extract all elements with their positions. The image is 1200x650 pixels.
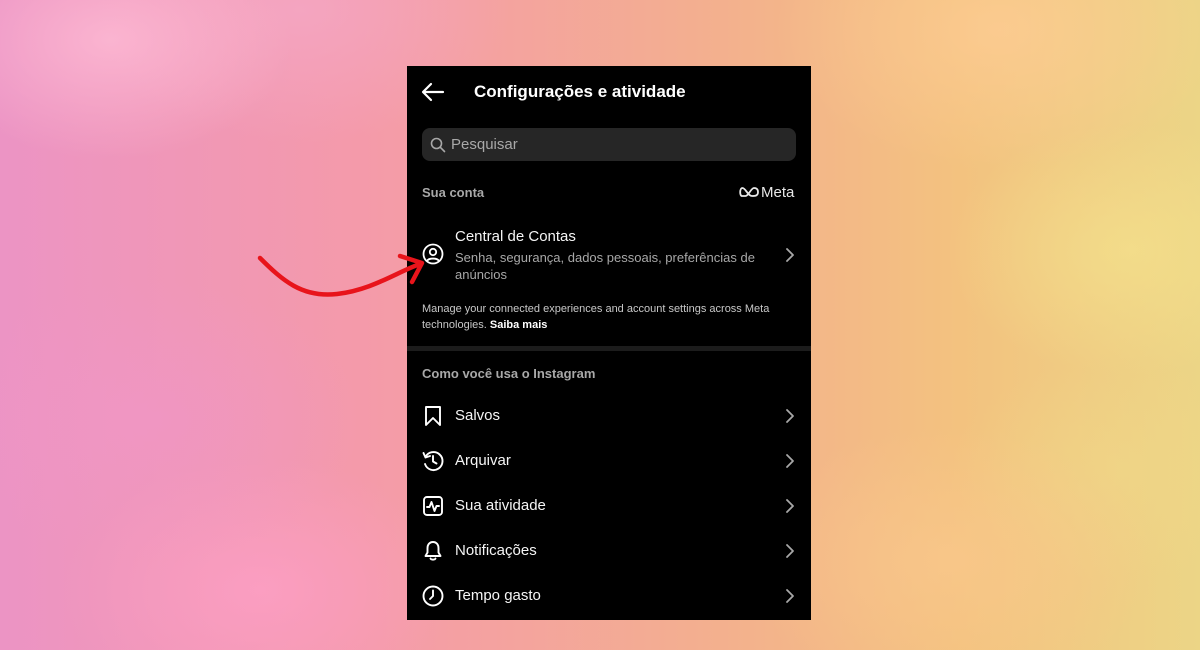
learn-more-link[interactable]: Saiba mais bbox=[490, 319, 547, 331]
menu-item-label: Tempo gasto bbox=[455, 587, 541, 604]
menu-item-label: Notificações bbox=[455, 542, 537, 559]
menu-item-arquivar[interactable]: Arquivar bbox=[407, 439, 811, 483]
section-divider bbox=[407, 346, 811, 351]
chevron-right-icon bbox=[786, 409, 794, 423]
header: Configurações e atividade bbox=[407, 66, 811, 118]
section-label-sua-conta: Sua conta bbox=[422, 185, 485, 200]
bell-icon bbox=[424, 541, 442, 561]
meta-accounts-note: Manage your connected experiences and ac… bbox=[422, 301, 797, 333]
menu-item-tempo-gasto[interactable]: Tempo gasto bbox=[407, 574, 811, 618]
chevron-right-icon bbox=[786, 499, 794, 513]
accounts-center-title: Central de Contas bbox=[455, 228, 576, 245]
chevron-right-icon bbox=[786, 454, 794, 468]
menu-item-label: Arquivar bbox=[455, 452, 511, 469]
page-title: Configurações e atividade bbox=[474, 82, 686, 101]
activity-icon bbox=[423, 496, 443, 516]
bookmark-icon bbox=[425, 406, 441, 426]
meta-infinity-icon bbox=[739, 187, 759, 197]
search-icon bbox=[430, 137, 446, 153]
search-input[interactable] bbox=[451, 128, 781, 161]
note-text: Manage your connected experiences and ac… bbox=[422, 303, 770, 331]
accounts-center-item[interactable]: Central de Contas Senha, segurança, dado… bbox=[407, 219, 811, 289]
chevron-right-icon bbox=[786, 248, 794, 262]
settings-panel: Configurações e atividade Sua conta Meta… bbox=[407, 66, 811, 620]
clock-icon bbox=[422, 585, 444, 607]
meta-brand-text: Meta bbox=[761, 183, 795, 201]
menu-item-label: Salvos bbox=[455, 407, 501, 424]
menu-item-sua-atividade[interactable]: Sua atividade bbox=[407, 484, 811, 528]
accounts-center-subtitle: Senha, segurança, dados pessoais, prefer… bbox=[455, 250, 755, 282]
chevron-right-icon bbox=[786, 544, 794, 558]
menu-item-label: Sua atividade bbox=[455, 497, 546, 514]
search-bar[interactable] bbox=[422, 128, 796, 161]
menu-item-notificacoes[interactable]: Notificações bbox=[407, 529, 811, 573]
archive-icon bbox=[422, 451, 444, 471]
back-arrow-icon[interactable] bbox=[421, 82, 445, 102]
section-label-como-voce-usa: Como você usa o Instagram bbox=[422, 366, 596, 381]
menu-item-salvos[interactable]: Salvos bbox=[407, 394, 811, 438]
annotation-arrow-icon bbox=[257, 253, 425, 297]
meta-logo: Meta bbox=[739, 183, 794, 201]
chevron-right-icon bbox=[786, 589, 794, 603]
